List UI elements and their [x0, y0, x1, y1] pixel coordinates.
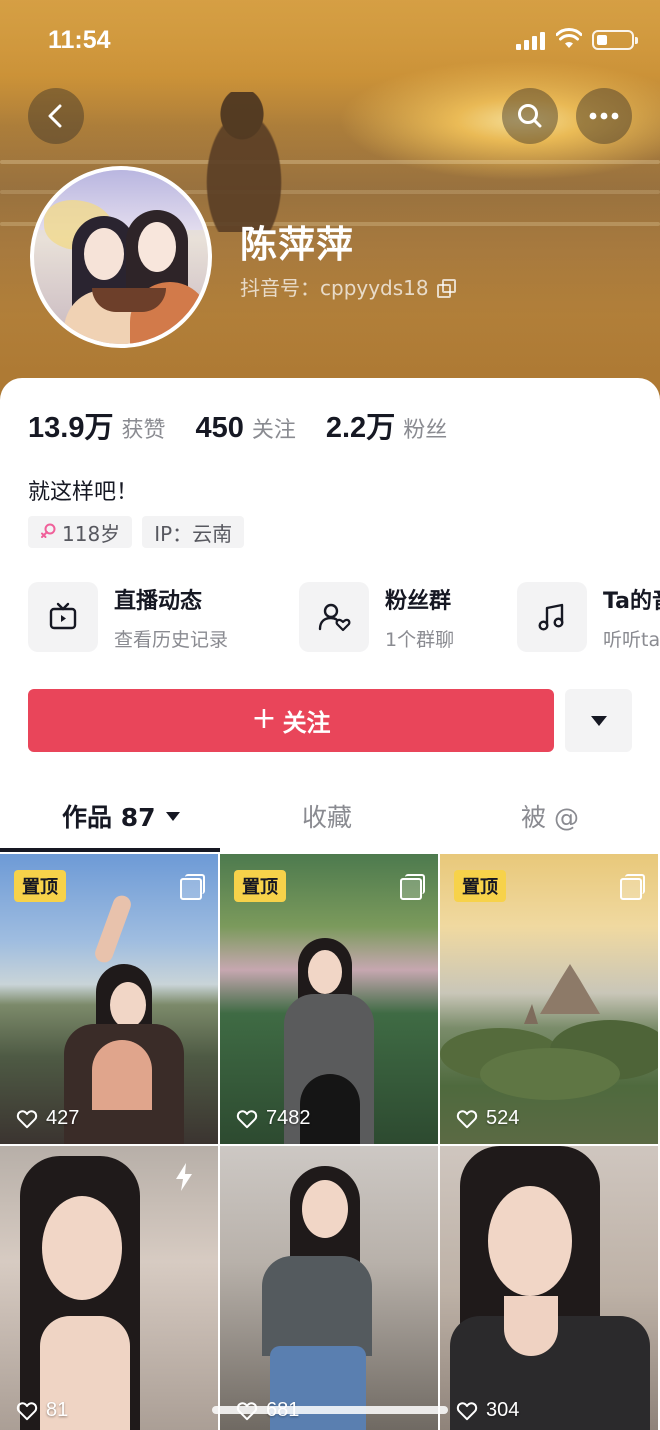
- feature-title: 粉丝群: [385, 588, 452, 614]
- more-options-button[interactable]: [576, 88, 632, 144]
- like-count-text: 304: [486, 1399, 520, 1421]
- stat-following[interactable]: 450 关注: [195, 412, 295, 445]
- age-gender-tag: 118岁: [28, 516, 133, 548]
- music-icon: [538, 603, 564, 631]
- stat-followers[interactable]: 2.2万 粉丝: [326, 404, 447, 446]
- search-icon: [518, 104, 542, 128]
- video-thumbnail[interactable]: 置顶 7482: [220, 854, 438, 1144]
- video-thumbnail[interactable]: 681: [220, 1146, 438, 1430]
- lightning-icon: [176, 1163, 192, 1191]
- fan-group-icon: [318, 603, 351, 632]
- copy-icon[interactable]: [436, 278, 456, 298]
- like-count-text: 7482: [266, 1107, 311, 1129]
- video-thumbnail[interactable]: 81: [0, 1146, 218, 1430]
- stat-value: 450: [195, 412, 244, 444]
- caret-down-icon: [590, 715, 607, 726]
- chevron-left-icon: [48, 104, 62, 128]
- multi-image-icon: [400, 874, 425, 900]
- pinned-badge: 置顶: [14, 870, 66, 902]
- tab-active-indicator: [0, 848, 220, 852]
- tab-mentions[interactable]: 被 @: [521, 798, 579, 834]
- feature-subtitle: 1个群聊: [385, 628, 455, 651]
- stat-label: 粉丝: [403, 418, 448, 443]
- profile-nickname: 陈萍萍: [240, 223, 354, 266]
- plus-icon: +: [251, 701, 277, 736]
- heart-icon: [16, 1401, 38, 1420]
- cellular-signal-icon: [516, 32, 545, 50]
- stat-label: 获赞: [121, 418, 166, 443]
- feature-title: 直播动态: [114, 588, 203, 614]
- douyin-id-text: 抖音号：cppyyds18: [240, 276, 429, 300]
- douyin-id-row[interactable]: 抖音号：cppyyds18: [240, 272, 456, 301]
- feature-live-history[interactable]: 直播动态 查看历史记录: [28, 582, 228, 652]
- stats-row: 13.9万 获赞 450 关注 2.2万 粉丝: [28, 404, 477, 446]
- more-dots-icon: [589, 112, 619, 120]
- tv-icon: [49, 602, 77, 630]
- profile-tags: 118岁 IP：云南: [28, 516, 245, 548]
- feature-title: Ta的音乐: [603, 588, 660, 614]
- like-count: 427: [16, 1107, 79, 1130]
- avatar[interactable]: [30, 166, 212, 348]
- heart-icon: [236, 1109, 258, 1128]
- tab-label: 被 @: [521, 803, 579, 832]
- cover-person-silhouette: [200, 92, 290, 232]
- like-count: 7482: [236, 1107, 311, 1130]
- search-button[interactable]: [502, 88, 558, 144]
- age-text: 118岁: [62, 521, 121, 546]
- ip-text: IP：云南: [154, 521, 233, 546]
- multi-image-icon: [620, 874, 645, 900]
- like-count-text: 427: [46, 1107, 80, 1129]
- wifi-icon: [556, 28, 582, 48]
- video-thumbnail[interactable]: 置顶 524: [440, 854, 658, 1144]
- pinned-badge: 置顶: [234, 870, 286, 902]
- status-bar: 11:54: [0, 22, 660, 62]
- follow-label: 关注: [282, 709, 331, 737]
- like-count: 304: [456, 1399, 519, 1422]
- battery-icon: [592, 30, 638, 50]
- feature-music[interactable]: Ta的音乐 听听ta: [517, 582, 660, 652]
- feature-subtitle: 听听ta: [603, 628, 660, 651]
- status-time: 11:54: [48, 26, 111, 54]
- video-thumbnail[interactable]: 置顶 427: [0, 854, 218, 1144]
- feature-fan-group[interactable]: 粉丝群 1个群聊: [299, 582, 454, 652]
- caret-down-icon: [165, 811, 180, 821]
- back-button[interactable]: [28, 88, 84, 144]
- like-count-text: 524: [486, 1107, 520, 1129]
- follow-button[interactable]: + 关注: [28, 689, 554, 752]
- tab-label: 作品 87: [62, 803, 156, 832]
- female-gender-icon: [41, 523, 56, 538]
- like-count: 81: [16, 1399, 68, 1422]
- feature-subtitle: 查看历史记录: [114, 628, 229, 651]
- bio-text: 就这样吧！: [28, 480, 139, 505]
- sea-wave: [0, 160, 660, 164]
- home-indicator[interactable]: [212, 1406, 448, 1414]
- tab-favorites[interactable]: 收藏: [302, 798, 352, 834]
- like-count-text: 81: [46, 1399, 69, 1421]
- stat-value: 13.9万: [28, 412, 114, 444]
- ip-location-tag: IP：云南: [142, 516, 245, 548]
- stat-likes[interactable]: 13.9万 获赞: [28, 404, 165, 446]
- multi-image-icon: [180, 874, 205, 900]
- stat-label: 关注: [251, 418, 296, 443]
- stat-value: 2.2万: [325, 412, 396, 444]
- follow-dropdown-button[interactable]: [565, 689, 632, 752]
- tab-works[interactable]: 作品 87: [62, 798, 180, 834]
- like-count: 524: [456, 1107, 519, 1130]
- heart-icon: [456, 1401, 478, 1420]
- video-thumbnail[interactable]: 304: [440, 1146, 658, 1430]
- heart-icon: [16, 1109, 38, 1128]
- heart-icon: [456, 1109, 478, 1128]
- pinned-badge: 置顶: [454, 870, 506, 902]
- tab-label: 收藏: [302, 803, 353, 832]
- content-tabs: 作品 87 收藏 被 @: [0, 778, 660, 854]
- feature-shortcuts: 直播动态 查看历史记录 粉丝群 1个群聊 Ta的 听听ta: [28, 582, 660, 658]
